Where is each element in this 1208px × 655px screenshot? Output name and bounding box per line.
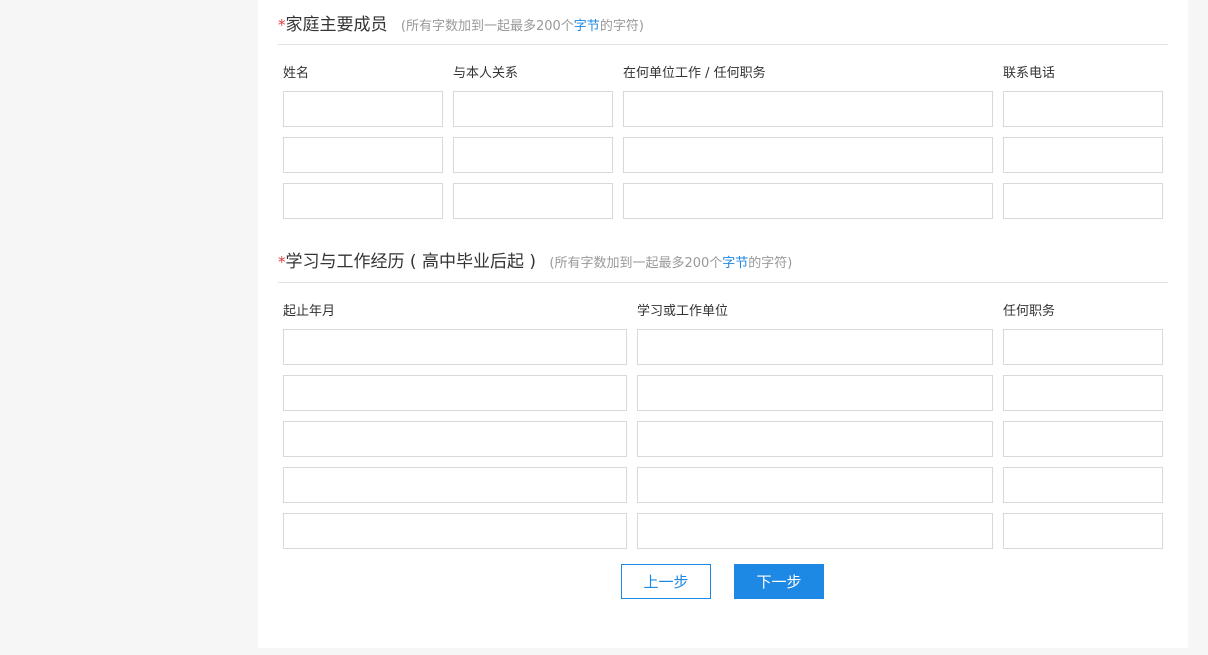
member-relation-input[interactable]: [453, 183, 613, 219]
history-unit-input[interactable]: [637, 329, 993, 365]
column-header-period: 起止年月: [283, 304, 336, 319]
history-period-input[interactable]: [283, 421, 627, 457]
history-position-input[interactable]: [1003, 421, 1163, 457]
bytes-link[interactable]: 字节: [574, 19, 600, 34]
column-header-employer: 在何单位工作 / 任何职务: [623, 66, 766, 81]
column-header-relation: 与本人关系: [453, 66, 519, 81]
history-position-input[interactable]: [1003, 467, 1163, 503]
family-char-limit-note: (所有字数加到一起最多200个字节的字符): [400, 19, 644, 34]
history-title-text: 学习与工作经历 ( 高中毕业后起 ): [285, 252, 536, 272]
history-unit-input[interactable]: [637, 421, 993, 457]
family-title-text: 家庭主要成员: [285, 15, 388, 35]
bytes-link[interactable]: 字节: [722, 256, 748, 271]
family-section-title: *家庭主要成员 (所有字数加到一起最多200个字节的字符): [278, 10, 644, 35]
history-period-input[interactable]: [283, 375, 627, 411]
column-header-phone: 联系电话: [1003, 66, 1056, 81]
next-step-button[interactable]: 下一步: [734, 564, 824, 599]
required-mark: *: [278, 16, 286, 34]
member-employer-position-input[interactable]: [623, 183, 993, 219]
member-relation-input[interactable]: [453, 91, 613, 127]
history-position-input[interactable]: [1003, 513, 1163, 549]
family-divider: [278, 44, 1168, 45]
history-position-input[interactable]: [1003, 329, 1163, 365]
history-period-input[interactable]: [283, 513, 627, 549]
history-period-input[interactable]: [283, 467, 627, 503]
history-unit-input[interactable]: [637, 513, 993, 549]
history-position-input[interactable]: [1003, 375, 1163, 411]
required-mark: *: [278, 253, 286, 271]
member-employer-position-input[interactable]: [623, 91, 993, 127]
column-header-name: 姓名: [283, 66, 310, 81]
column-header-position: 任何职务: [1003, 304, 1056, 319]
history-section-title: *学习与工作经历 ( 高中毕业后起 ) (所有字数加到一起最多200个字节的字符…: [278, 247, 792, 272]
member-relation-input[interactable]: [453, 137, 613, 173]
form-card: *家庭主要成员 (所有字数加到一起最多200个字节的字符) 姓名 与本人关系 在…: [258, 0, 1188, 648]
column-header-unit: 学习或工作单位: [637, 304, 729, 319]
history-char-limit-note: (所有字数加到一起最多200个字节的字符): [549, 256, 793, 271]
history-divider: [278, 282, 1168, 283]
member-employer-position-input[interactable]: [623, 137, 993, 173]
history-unit-input[interactable]: [637, 375, 993, 411]
member-phone-input[interactable]: [1003, 183, 1163, 219]
history-unit-input[interactable]: [637, 467, 993, 503]
member-name-input[interactable]: [283, 137, 443, 173]
member-name-input[interactable]: [283, 183, 443, 219]
member-phone-input[interactable]: [1003, 137, 1163, 173]
history-period-input[interactable]: [283, 329, 627, 365]
previous-step-button[interactable]: 上一步: [621, 564, 711, 599]
member-name-input[interactable]: [283, 91, 443, 127]
member-phone-input[interactable]: [1003, 91, 1163, 127]
